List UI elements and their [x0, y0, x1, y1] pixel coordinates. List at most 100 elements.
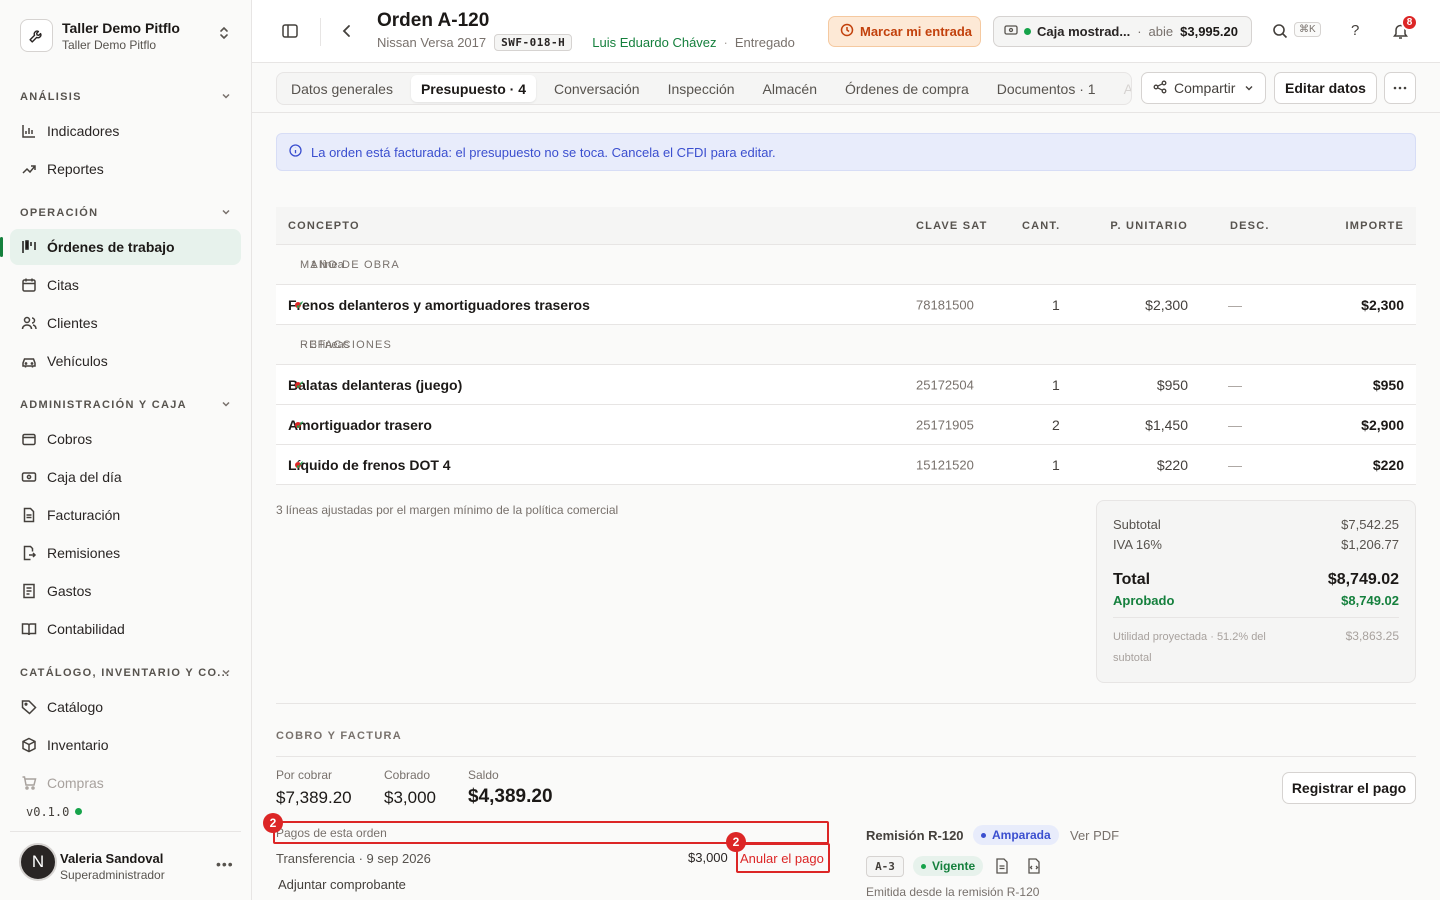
void-payment-label: Anular el pago: [740, 850, 824, 866]
payments-title: Pagos de esta orden: [276, 825, 387, 840]
table-row[interactable]: Balatas delanteras (juego) ✓ 25172504 1 $…: [276, 365, 1416, 405]
table-row[interactable]: Frenos delanteros y amortiguadores trase…: [276, 285, 1416, 325]
sidebar-item-clientes[interactable]: Clientes: [10, 305, 241, 341]
sidebar-item-vehiculos[interactable]: Vehículos: [10, 343, 241, 379]
quantity: 1: [1052, 456, 1060, 473]
wrench-icon: [20, 19, 53, 52]
column-header[interactable]: CONCEPTO: [288, 220, 360, 232]
receipt-icon: [20, 582, 38, 600]
section-header-catalogo[interactable]: CATÁLOGO, INVENTARIO Y CO...: [20, 667, 232, 679]
cash-register-selector[interactable]: Caja mostrad... · abie $3,995.20: [993, 16, 1252, 47]
sidebar-item-citas[interactable]: Citas: [10, 267, 241, 303]
tab-overflow[interactable]: Ad: [1114, 75, 1131, 102]
technician-link[interactable]: Luis Eduardo Chávez: [592, 35, 716, 50]
status-dot: [921, 863, 926, 869]
divider: [276, 703, 1416, 704]
sidebar-item-gastos[interactable]: Gastos: [10, 573, 241, 609]
sidebar-item-caja[interactable]: Caja del día: [10, 459, 241, 495]
tab-conversacion[interactable]: Conversación: [544, 75, 650, 102]
attach-receipt-link[interactable]: Adjuntar comprobante: [278, 877, 406, 892]
sat-key: 25172504: [916, 377, 974, 392]
status-dot: [75, 808, 83, 815]
status-label: Amparada: [992, 828, 1051, 842]
tab-inspeccion[interactable]: Inspección: [658, 75, 745, 102]
file-pdf-icon[interactable]: [995, 858, 1009, 877]
tab-ordenes-compra[interactable]: Órdenes de compra: [835, 75, 979, 102]
tab-almacen[interactable]: Almacén: [753, 75, 827, 102]
avatar[interactable]: N: [19, 843, 57, 881]
section-title: ADMINISTRACIÓN Y CAJA: [20, 399, 187, 411]
separator: ·: [723, 35, 728, 50]
sidebar-item-label: Reportes: [47, 161, 104, 177]
sidebar-item-label: Indicadores: [47, 123, 120, 139]
column-header[interactable]: CLAVE SAT: [916, 220, 988, 232]
line-amount: $950: [1372, 376, 1404, 393]
cash-register-icon: [20, 468, 38, 486]
line-name: Balatas delanteras (juego): [288, 376, 463, 393]
more-options-icon[interactable]: [1384, 72, 1416, 104]
more-horizontal-icon[interactable]: •••: [216, 856, 234, 872]
register-payment-button[interactable]: Registrar el pago: [1282, 772, 1416, 804]
sidebar-item-compras[interactable]: Compras: [10, 765, 241, 801]
tab-documentos[interactable]: Documentos · 1: [987, 75, 1106, 102]
tab-presupuesto[interactable]: Presupuesto · 4: [410, 75, 536, 102]
share-button[interactable]: Compartir: [1141, 72, 1266, 104]
sidebar-item-contabilidad[interactable]: Contabilidad: [10, 611, 241, 647]
section-header-administracion[interactable]: ADMINISTRACIÓN Y CAJA: [20, 399, 232, 411]
sat-key: 15121520: [916, 457, 974, 472]
section-header-analisis[interactable]: ANÁLISIS: [20, 91, 232, 103]
box-icon: [20, 736, 38, 754]
column-header[interactable]: P. UNITARIO: [1110, 220, 1188, 232]
file-xml-icon[interactable]: [1027, 858, 1041, 877]
section-header-operacion[interactable]: OPERACIÓN: [20, 207, 232, 219]
sidebar-item-reportes[interactable]: Reportes: [10, 151, 241, 187]
section-title: CATÁLOGO, INVENTARIO Y CO...: [20, 667, 231, 679]
clock-in-button[interactable]: Marcar mi entrada: [828, 16, 981, 47]
sidebar-item-label: Clientes: [47, 315, 98, 331]
column-header[interactable]: DESC.: [1230, 220, 1270, 232]
line-name: Líquido de frenos DOT 4: [288, 456, 451, 473]
status-dot: [1024, 28, 1031, 35]
unit-price: $220: [1156, 456, 1188, 473]
sidebar-item-label: Caja del día: [47, 469, 122, 485]
column-header[interactable]: CANT.: [1022, 220, 1060, 232]
chevron-down-icon: [222, 209, 230, 215]
discount: —: [1228, 456, 1242, 473]
quantity: 1: [1052, 296, 1060, 313]
kanban-icon: [20, 238, 38, 256]
table-row[interactable]: Líquido de frenos DOT 4 ✓ 15121520 1 $220…: [276, 445, 1416, 485]
cash-icon: [1004, 24, 1018, 39]
search-icon[interactable]: [1272, 23, 1288, 42]
sidebar-toggle-icon[interactable]: [281, 22, 299, 43]
tab-datos-generales[interactable]: Datos generales: [281, 75, 403, 102]
back-arrow-icon[interactable]: [341, 22, 353, 43]
edit-data-button[interactable]: Editar datos: [1274, 72, 1377, 104]
void-payment-link[interactable]: Anular el pago: [736, 843, 830, 873]
status-badge: Vigente: [913, 856, 984, 876]
column-header[interactable]: IMPORTE: [1345, 220, 1404, 232]
user-role: Superadministrador: [60, 868, 165, 882]
sidebar-item-label: Compras: [47, 775, 104, 791]
sidebar-item-ordenes[interactable]: Órdenes de trabajo: [0, 229, 241, 265]
sidebar-item-remisiones[interactable]: Remisiones: [10, 535, 241, 571]
sidebar-item-label: Vehículos: [47, 353, 108, 369]
to-collect-value: $7,389.20: [276, 788, 352, 807]
group-count: · 1 línea: [304, 258, 344, 271]
version-label: v0.1.0: [26, 805, 70, 819]
sidebar-item-inventario[interactable]: Inventario: [10, 727, 241, 763]
sidebar-item-label: Catálogo: [47, 699, 104, 715]
line-amount: $2,300: [1361, 296, 1404, 313]
help-icon[interactable]: ?: [1351, 22, 1359, 39]
sidebar-item-indicadores[interactable]: Indicadores: [10, 113, 241, 149]
wallet-icon: [20, 430, 38, 448]
workspace-switcher[interactable]: Taller Demo Pitflo Taller Demo Pitflo: [20, 17, 240, 55]
sidebar-item-facturacion[interactable]: Facturación: [10, 497, 241, 533]
table-row[interactable]: Amortiguador trasero ✓ 25171905 2 $1,450 …: [276, 405, 1416, 445]
sidebar-item-label: Remisiones: [47, 545, 121, 561]
sidebar-item-catalogo[interactable]: Catálogo: [10, 689, 241, 725]
line-name: Amortiguador trasero: [288, 416, 432, 433]
view-pdf-link[interactable]: Ver PDF: [1070, 828, 1119, 843]
file-export-icon: [20, 544, 38, 562]
sidebar-item-cobros[interactable]: Cobros: [10, 421, 241, 457]
sat-key: 25171905: [916, 417, 974, 432]
